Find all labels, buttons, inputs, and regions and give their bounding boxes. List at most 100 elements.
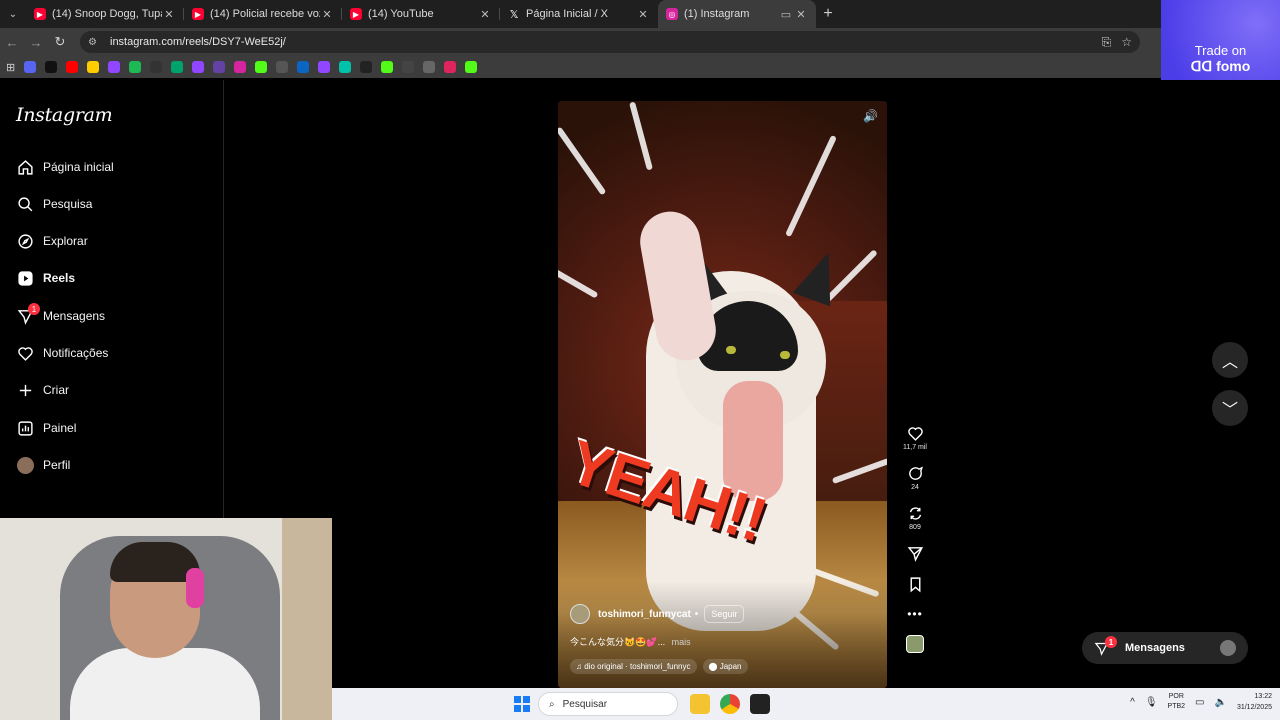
nav-messages[interactable]: 1 Mensagens — [16, 303, 105, 328]
reload-icon[interactable]: ↻ — [48, 34, 72, 50]
follow-button[interactable]: Seguir — [704, 605, 745, 623]
comment-button[interactable]: 24 — [898, 465, 932, 491]
bookmarks-bar: ⊞ — [0, 56, 1280, 78]
bookmark-icon[interactable] — [360, 61, 373, 73]
reel-video[interactable]: YEAH!! 🔊 toshimori_funnycat • Seguir 今こん… — [558, 101, 887, 688]
audio-pill[interactable]: ♫ dio original · toshimori_funnyc — [570, 659, 697, 674]
youtube-icon: ▶ — [350, 8, 362, 20]
app-icon[interactable] — [750, 694, 770, 714]
chrome-icon[interactable] — [720, 694, 740, 714]
bookmark-icon[interactable] — [108, 61, 121, 73]
nav-search[interactable]: Pesquisa — [16, 192, 92, 216]
like-button[interactable]: 11,7 mil — [898, 425, 932, 451]
microphone-icon[interactable]: 🎙 — [1145, 697, 1158, 708]
save-button[interactable] — [898, 576, 932, 593]
reel-caption[interactable]: 今こんな気分😼🤩💕... mais — [570, 635, 691, 648]
send-icon — [907, 547, 923, 562]
bookmark-icon[interactable] — [339, 61, 352, 73]
network-icon[interactable]: ▭ — [1195, 697, 1204, 708]
bookmark-icon[interactable] — [150, 61, 163, 73]
browser-tab-strip: ⌄ ▶ (14) Snoop Dogg, Tupac, Nate ✕ ▶ (14… — [0, 0, 1280, 28]
bookmark-icon[interactable] — [381, 61, 394, 73]
site-info-icon[interactable]: ⚙ — [88, 37, 102, 48]
bookmark-icon[interactable] — [192, 61, 205, 73]
nav-home[interactable]: Página inicial — [16, 155, 114, 179]
windows-start-icon[interactable] — [514, 696, 530, 712]
forward-icon[interactable]: → — [24, 35, 48, 50]
search-icon — [16, 195, 34, 213]
address-bar[interactable]: ⚙ instagram.com/reels/DSY7-WeE52j/ ⎘ ☆ — [80, 31, 1140, 53]
bookmark-icon[interactable] — [276, 61, 289, 73]
nav-dashboard[interactable]: Painel — [16, 416, 76, 440]
browser-tab[interactable]: ▶ (14) Snoop Dogg, Tupac, Nate ✕ — [26, 0, 184, 28]
nav-explore[interactable]: Explorar — [16, 229, 88, 253]
bookmark-icon[interactable] — [234, 61, 247, 73]
next-reel-button[interactable]: ﹀ — [1212, 390, 1248, 426]
repost-button[interactable]: 809 — [898, 505, 932, 531]
bookmark-icon — [910, 577, 920, 593]
messages-floating-button[interactable]: 1 Mensagens — [1082, 632, 1248, 664]
audio-text: dio original · toshimori_funnyc — [584, 662, 691, 671]
browser-tab[interactable]: 𝕏 Página Inicial / X ✕ — [500, 0, 658, 28]
new-tab-button[interactable]: + — [816, 5, 840, 23]
tab-search-button[interactable]: ⌄ — [0, 0, 26, 28]
taskbar-search[interactable]: ⌕ Pesquisar — [538, 692, 678, 716]
location-pin-icon: ⬤ — [708, 662, 720, 671]
apps-grid-icon[interactable]: ⊞ — [6, 61, 15, 74]
bookmark-icon[interactable] — [66, 61, 79, 73]
bookmark-icon[interactable] — [45, 61, 58, 73]
tab-title: (14) Policial recebe voz de prisã — [210, 8, 320, 20]
bookmark-icon[interactable] — [87, 61, 100, 73]
sound-icon[interactable]: 🔊 — [863, 109, 879, 125]
more-options-button[interactable]: ••• — [898, 607, 932, 621]
chevron-down-icon: ﹀ — [1221, 402, 1238, 419]
author-username[interactable]: toshimori_funnycat — [598, 609, 691, 620]
search-icon: ⌕ — [549, 698, 555, 710]
heart-icon — [16, 344, 34, 362]
nav-create[interactable]: Criar — [16, 378, 69, 402]
bookmark-icon[interactable] — [465, 61, 478, 73]
back-icon[interactable]: ← — [0, 35, 24, 50]
bookmark-icon[interactable] — [423, 61, 436, 73]
browser-tab-active[interactable]: ◎ (1) Instagram ▭ ✕ — [658, 0, 816, 28]
location-pill[interactable]: ⬤ Japan — [702, 659, 748, 674]
bookmark-icon[interactable] — [402, 61, 415, 73]
nav-reels[interactable]: Reels — [16, 266, 75, 290]
bookmark-icon[interactable] — [213, 61, 226, 73]
more-link[interactable]: mais — [672, 637, 691, 647]
browser-tab[interactable]: ▶ (14) Policial recebe voz de prisã ✕ — [184, 0, 342, 28]
clock[interactable]: 13:22 31/12/2025 — [1237, 691, 1272, 713]
bookmark-icon[interactable] — [318, 61, 331, 73]
chevron-up-icon[interactable]: ^ — [1130, 697, 1135, 708]
bookmark-icon[interactable] — [24, 61, 37, 73]
bookmark-icon[interactable] — [255, 61, 268, 73]
person-shirt — [70, 648, 260, 720]
audio-thumbnail[interactable] — [898, 635, 932, 653]
author-avatar[interactable] — [570, 604, 590, 624]
nav-profile[interactable]: Perfil — [16, 453, 70, 477]
close-tab-icon[interactable]: ✕ — [320, 8, 334, 21]
close-tab-icon[interactable]: ✕ — [794, 8, 808, 21]
file-explorer-icon[interactable] — [690, 694, 710, 714]
contact-avatar — [1220, 640, 1236, 656]
share-button[interactable] — [898, 545, 932, 562]
close-tab-icon[interactable]: ✕ — [162, 8, 176, 21]
language-indicator[interactable]: POR PTB2 — [1168, 692, 1186, 712]
instagram-logo[interactable]: Instagram — [16, 104, 113, 126]
close-tab-icon[interactable]: ✕ — [636, 8, 650, 21]
bookmark-icon[interactable] — [129, 61, 142, 73]
bookmark-icon[interactable] — [444, 61, 457, 73]
close-tab-icon[interactable]: ✕ — [478, 8, 492, 21]
nav-notifications[interactable]: Notificações — [16, 341, 108, 365]
previous-reel-button[interactable]: ︿ — [1212, 342, 1248, 378]
bookmark-icon[interactable] — [171, 61, 184, 73]
tab-media-icon[interactable]: ▭ — [778, 8, 794, 21]
nav-label: Notificações — [43, 346, 109, 360]
browser-tab[interactable]: ▶ (14) YouTube ✕ — [342, 0, 500, 28]
date: 31/12/2025 — [1236, 704, 1272, 711]
install-app-icon[interactable]: ⎘ — [1102, 35, 1112, 50]
cat-eye — [780, 351, 790, 359]
bookmark-star-icon[interactable]: ☆ — [1121, 35, 1132, 50]
bookmark-icon[interactable] — [297, 61, 310, 73]
volume-icon[interactable]: 🔈 — [1215, 697, 1227, 708]
